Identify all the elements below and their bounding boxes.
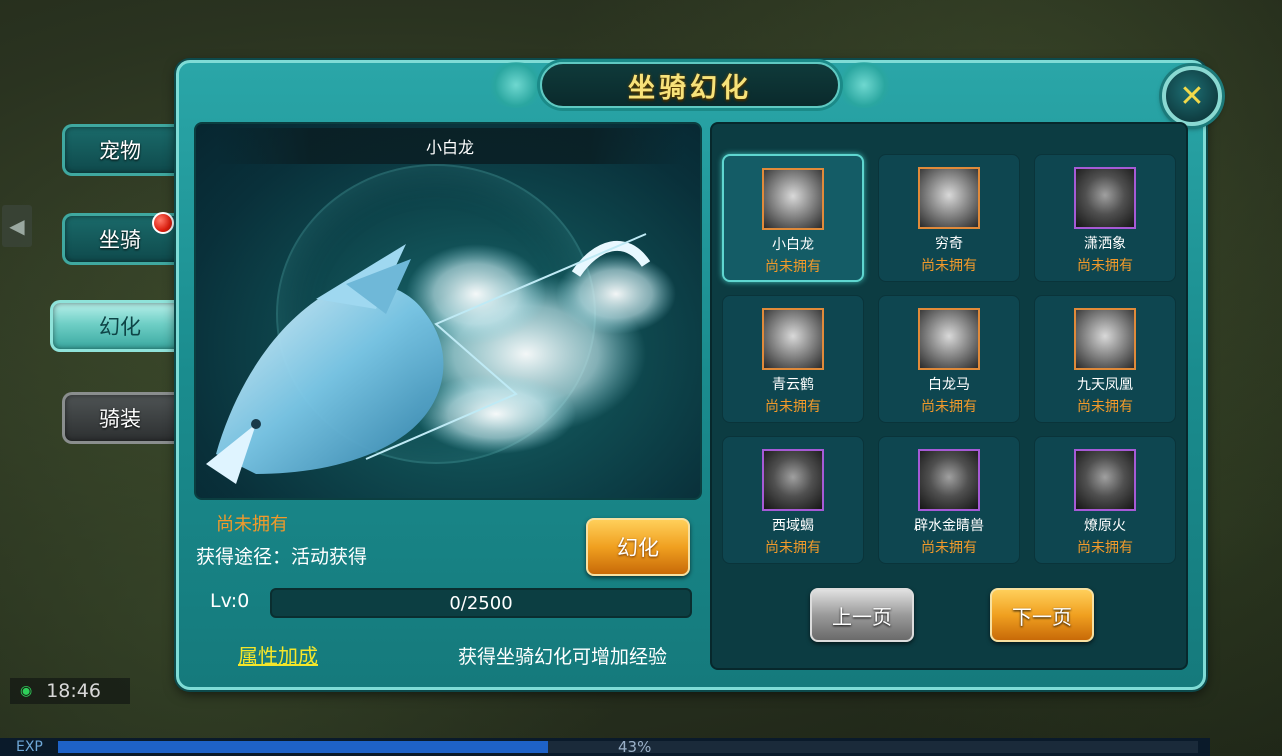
mount-portrait-icon xyxy=(762,449,824,511)
mount-card-name: 白龙马 xyxy=(928,377,970,393)
notification-dot-icon xyxy=(152,212,174,234)
tab-pet[interactable]: 宠物 xyxy=(62,124,180,176)
close-button[interactable]: ✕ xyxy=(1162,66,1222,126)
title-ornament-right-icon xyxy=(834,62,894,108)
tab-mount-label: 坐骑 xyxy=(99,228,141,252)
mount-card-status: 尚未拥有 xyxy=(921,540,977,556)
morph-exp-text: 0/2500 xyxy=(449,592,513,614)
ownership-status: 尚未拥有 xyxy=(216,514,288,535)
mount-card[interactable]: 青云鹤 尚未拥有 xyxy=(722,295,864,423)
mount-card-status: 尚未拥有 xyxy=(921,258,977,274)
next-page-label: 下一页 xyxy=(1012,604,1072,629)
tab-mount[interactable]: 坐骑 xyxy=(62,212,180,265)
mount-card[interactable]: 小白龙 尚未拥有 xyxy=(722,154,864,282)
player-exp-bar: EXP 43% xyxy=(0,738,1210,756)
prev-page-button[interactable]: 上一页 xyxy=(810,588,914,642)
wifi-icon: ◉ xyxy=(20,683,33,699)
status-clock: ◉ 18:46 xyxy=(10,678,130,704)
tab-morph-label: 幻化 xyxy=(99,315,141,339)
tab-mount-gear-label: 骑装 xyxy=(99,407,141,431)
mount-portrait-icon xyxy=(762,168,824,230)
morph-button-label: 幻化 xyxy=(617,536,659,560)
mount-portrait-icon xyxy=(1074,308,1136,370)
mount-card-name: 辟水金睛兽 xyxy=(914,518,984,534)
mount-card[interactable]: 九天凤凰 尚未拥有 xyxy=(1034,295,1176,423)
mount-portrait-icon xyxy=(918,449,980,511)
acquisition-source: 获得途径：活动获得 xyxy=(196,546,368,568)
morph-button[interactable]: 幻化 xyxy=(586,518,690,576)
preview-name-bar: 小白龙 xyxy=(216,128,684,164)
attribute-bonus-link[interactable]: 属性加成 xyxy=(238,640,318,669)
prev-page-label: 上一页 xyxy=(832,604,892,629)
exp-label: EXP xyxy=(16,739,43,755)
next-page-button[interactable]: 下一页 xyxy=(990,588,1094,642)
mount-card[interactable]: 穷奇 尚未拥有 xyxy=(878,154,1020,282)
mount-card-status: 尚未拥有 xyxy=(921,399,977,415)
mount-portrait-icon xyxy=(918,308,980,370)
title-ornament-left-icon xyxy=(486,62,546,108)
exp-hint-text: 获得坐骑幻化可增加经验 xyxy=(458,646,668,668)
player-exp-track: 43% xyxy=(58,738,1198,756)
preview-mount-name: 小白龙 xyxy=(425,138,474,157)
mount-portrait-icon xyxy=(1074,449,1136,511)
left-arrow-icon[interactable]: ◀ xyxy=(2,205,32,247)
mount-card-status: 尚未拥有 xyxy=(765,399,821,415)
mount-portrait-icon xyxy=(1074,167,1136,229)
mount-card[interactable]: 西域蝎 尚未拥有 xyxy=(722,436,864,564)
mount-preview: 小白龙 xyxy=(194,122,702,500)
tab-pet-label: 宠物 xyxy=(99,139,141,163)
mount-card-name: 潇洒象 xyxy=(1084,236,1126,252)
mount-card-name: 青云鹤 xyxy=(772,377,814,393)
mount-card-status: 尚未拥有 xyxy=(1077,399,1133,415)
tab-mount-gear[interactable]: 骑装 xyxy=(62,392,180,444)
tab-morph[interactable]: 幻化 xyxy=(50,300,180,352)
morph-exp-bar: 0/2500 xyxy=(270,588,692,618)
mount-card-name: 燎原火 xyxy=(1084,518,1126,534)
mount-card[interactable]: 潇洒象 尚未拥有 xyxy=(1034,154,1176,282)
window-title: 坐骑幻化 xyxy=(628,72,752,104)
player-exp-fill xyxy=(58,741,549,753)
mount-card-name: 西域蝎 xyxy=(772,518,814,534)
mount-card[interactable]: 燎原火 尚未拥有 xyxy=(1034,436,1176,564)
mount-card-status: 尚未拥有 xyxy=(1077,540,1133,556)
clock-time: 18:46 xyxy=(46,680,101,702)
mount-card-status: 尚未拥有 xyxy=(765,259,821,275)
window-title-plate: 坐骑幻化 xyxy=(540,62,840,108)
mount-portrait-icon xyxy=(762,308,824,370)
mount-card[interactable]: 辟水金睛兽 尚未拥有 xyxy=(878,436,1020,564)
mount-card[interactable]: 白龙马 尚未拥有 xyxy=(878,295,1020,423)
mount-card-name: 小白龙 xyxy=(772,237,814,253)
mount-portrait-icon xyxy=(918,167,980,229)
white-dragon-icon xyxy=(206,233,676,484)
level-label: Lv:0 xyxy=(210,590,250,612)
exp-percent: 43% xyxy=(618,738,652,756)
mount-card-name: 穷奇 xyxy=(935,236,963,252)
mount-card-status: 尚未拥有 xyxy=(765,540,821,556)
mount-card-name: 九天凤凰 xyxy=(1077,377,1133,393)
close-x-icon: ✕ xyxy=(1179,78,1205,114)
mount-card-status: 尚未拥有 xyxy=(1077,258,1133,274)
